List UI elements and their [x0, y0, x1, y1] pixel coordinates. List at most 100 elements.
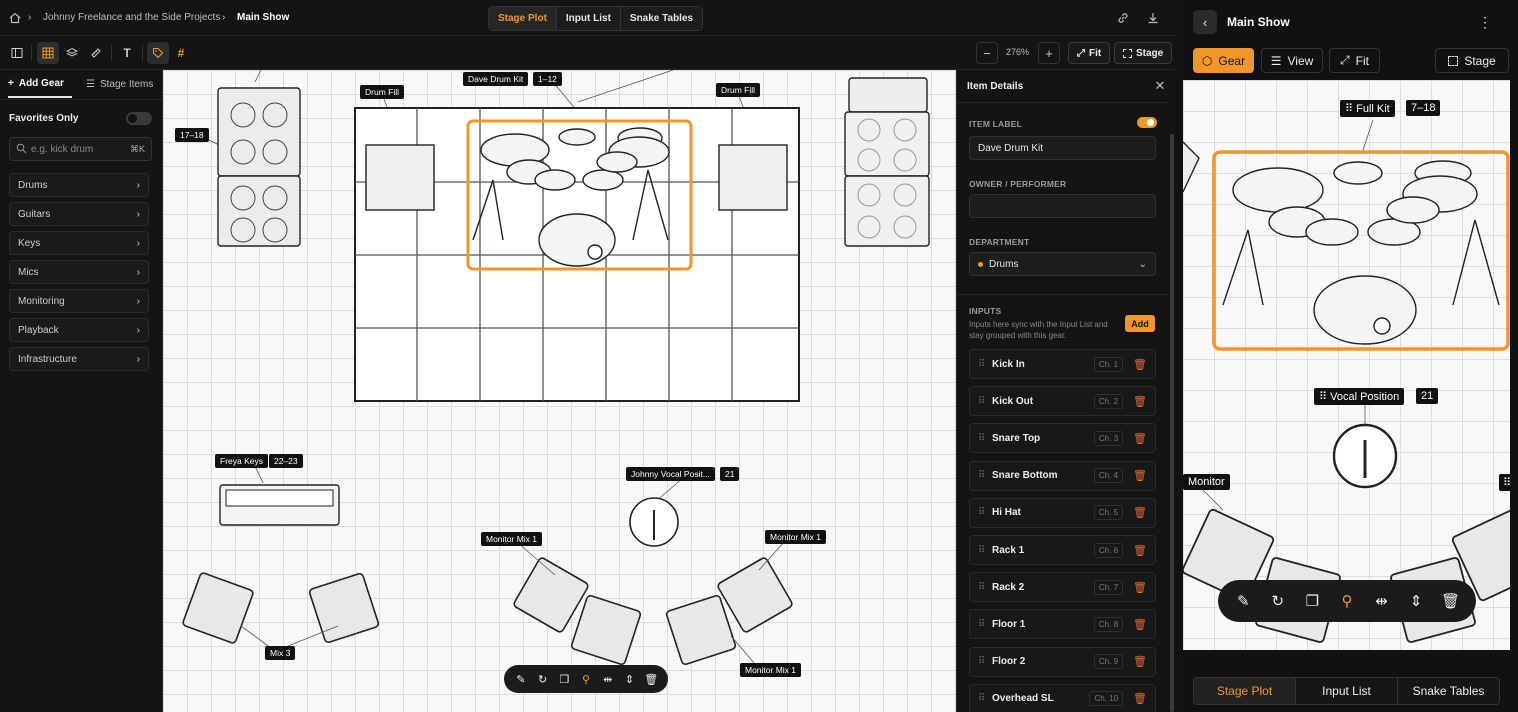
input-row[interactable]: ⠿ Floor 2 Ch. 9 🗑 [969, 646, 1156, 677]
flip-horizontal-icon[interactable]: ⇹ [597, 668, 619, 690]
details-scrollbar[interactable] [1170, 134, 1174, 712]
input-row[interactable]: ⠿ Rack 1 Ch. 6 🗑 [969, 535, 1156, 565]
tab-add-gear[interactable]: + Add Gear [8, 78, 64, 89]
mobile-full-kit-channels[interactable]: 7–18 [1406, 100, 1441, 116]
text-tool-icon[interactable]: T [116, 42, 138, 64]
monitor-label-a[interactable]: Monitor Mix 1 [481, 532, 543, 546]
drum-kit-label[interactable]: Dave Drum Kit [463, 72, 529, 86]
category-mics[interactable]: Mics › [9, 260, 149, 284]
edit-icon[interactable]: ✎ [1232, 590, 1254, 612]
drag-handle-icon[interactable]: ⠿ [978, 470, 992, 481]
number-tool-icon[interactable]: # [170, 42, 192, 64]
vocal-channel[interactable]: 21 [720, 467, 740, 481]
breadcrumb-project[interactable]: Johnny Freelance and the Side Projects [43, 12, 220, 23]
category-drums[interactable]: Drums › [9, 173, 149, 197]
trash-icon[interactable]: 🗑 [1133, 358, 1147, 371]
monitor-label-b[interactable]: Monitor Mix 1 [765, 530, 827, 544]
mobile-monitor-label[interactable]: Monitor [1183, 474, 1230, 490]
category-guitars[interactable]: Guitars › [9, 202, 149, 226]
trash-icon[interactable]: 🗑 [1133, 581, 1147, 594]
duplicate-icon[interactable]: ❐ [1301, 590, 1323, 612]
rotate-icon[interactable]: ↻ [1267, 590, 1289, 612]
mobile-full-kit-label[interactable]: ⠿ Full Kit [1340, 100, 1395, 117]
add-input-button[interactable]: Add [1125, 315, 1155, 332]
trash-icon[interactable]: 🗑 [1440, 590, 1462, 612]
monitor-label-d[interactable]: Mix 3 [265, 646, 296, 660]
owner-input[interactable] [969, 194, 1156, 218]
trash-icon[interactable]: 🗑 [1133, 432, 1147, 445]
amp-label-channels[interactable]: 17–18 [175, 128, 209, 142]
drag-handle-icon[interactable]: ⠿ [978, 507, 992, 518]
trash-icon[interactable]: 🗑 [1133, 506, 1147, 519]
keys-channels[interactable]: 22–23 [269, 454, 303, 468]
mobile-tab-input-list[interactable]: Input List [1296, 678, 1398, 704]
mobile-gear-button[interactable]: ⬡ Gear [1193, 48, 1254, 73]
download-icon[interactable] [1144, 9, 1162, 27]
search-field[interactable]: e.g. kick drum ⌘K [9, 137, 152, 161]
edit-icon[interactable]: ✎ [510, 668, 532, 690]
stage-canvas[interactable]: 17–18 Drum Fill Dave Drum Kit 1–12 Drum … [163, 70, 956, 712]
trash-icon[interactable]: 🗑 [640, 668, 662, 690]
drag-handle-icon[interactable]: ⠿ [978, 396, 992, 407]
drag-handle-icon[interactable]: ⠿ [978, 656, 992, 667]
input-row[interactable]: ⠿ Overhead SL Ch. 10 🗑 [969, 683, 1156, 712]
zoom-out-button[interactable]: − [976, 42, 998, 64]
category-keys[interactable]: Keys › [9, 231, 149, 255]
item-label-input[interactable]: Dave Drum Kit [969, 136, 1156, 160]
drag-handle-icon[interactable]: ⠿ [978, 545, 992, 556]
drum-fill-right-label[interactable]: Drum Fill [716, 83, 760, 97]
drag-handle-icon[interactable]: ⠿ [978, 619, 992, 630]
mobile-view-button[interactable]: ☰ View [1261, 48, 1323, 73]
favorites-toggle[interactable] [126, 112, 152, 125]
pin-icon[interactable]: ⚲ [575, 668, 597, 690]
flip-vertical-icon[interactable]: ⇕ [619, 668, 641, 690]
back-button[interactable]: ‹ [1193, 10, 1217, 34]
flip-horizontal-icon[interactable]: ⇹ [1371, 590, 1393, 612]
home-icon[interactable] [8, 11, 22, 25]
mobile-tab-stage-plot[interactable]: Stage Plot [1194, 678, 1296, 704]
item-label-toggle[interactable] [1137, 117, 1157, 128]
mobile-vocal-channel[interactable]: 21 [1416, 388, 1439, 404]
input-row[interactable]: ⠿ Rack 2 Ch. 7 🗑 [969, 572, 1156, 603]
trash-icon[interactable]: 🗑 [1133, 692, 1147, 705]
flip-vertical-icon[interactable]: ⇕ [1405, 590, 1427, 612]
sidebar-toggle-icon[interactable] [6, 42, 28, 64]
drag-handle-icon[interactable]: ⠿ [978, 433, 992, 444]
fit-button[interactable]: ⤢ Fit [1068, 42, 1111, 64]
close-icon[interactable]: ✕ [1153, 78, 1167, 93]
stage-button[interactable]: Stage [1114, 42, 1173, 64]
input-row[interactable]: ⠿ Floor 1 Ch. 8 🗑 [969, 609, 1156, 640]
trash-icon[interactable]: 🗑 [1133, 395, 1147, 408]
drum-fill-left-label[interactable]: Drum Fill [360, 85, 404, 99]
drag-handle-icon[interactable]: ⠿ [978, 693, 992, 704]
mobile-stage-canvas[interactable]: ⠿ Full Kit 7–18 ⠿ Vocal Position 21 Moni… [1183, 80, 1510, 650]
tag-tool-icon[interactable] [147, 42, 169, 64]
mobile-stage-button[interactable]: Stage [1435, 48, 1509, 73]
mobile-vocal-label[interactable]: ⠿ Vocal Position [1314, 388, 1405, 405]
tab-stage-plot[interactable]: Stage Plot [489, 7, 557, 30]
mobile-tab-snake-tables[interactable]: Snake Tables [1398, 678, 1499, 704]
tab-stage-items[interactable]: ☰ Stage Items [86, 79, 153, 90]
vocal-label[interactable]: Johnny Vocal Posit... [626, 467, 715, 481]
input-row[interactable]: ⠿ Kick Out Ch. 2 🗑 [969, 386, 1156, 417]
drum-kit-channels[interactable]: 1–12 [533, 72, 562, 86]
trash-icon[interactable]: 🗑 [1133, 544, 1147, 557]
pin-icon[interactable]: ⚲ [1336, 590, 1358, 612]
drag-handle-icon[interactable]: ⠿ [1499, 474, 1510, 491]
link-icon[interactable] [1114, 9, 1132, 27]
monitor-label-c[interactable]: Monitor Mix 1 [740, 663, 802, 677]
trash-icon[interactable]: 🗑 [1133, 469, 1147, 482]
more-icon[interactable]: ⋮ [1477, 12, 1493, 32]
ruler-tool-icon[interactable] [85, 42, 107, 64]
mobile-fit-button[interactable]: ⤢ Fit [1329, 48, 1380, 73]
grid-tool-icon[interactable] [37, 42, 59, 64]
category-monitoring[interactable]: Monitoring › [9, 289, 149, 313]
tab-input-list[interactable]: Input List [557, 7, 621, 30]
input-row[interactable]: ⠿ Snare Top Ch. 3 🗑 [969, 423, 1156, 454]
trash-icon[interactable]: 🗑 [1133, 655, 1147, 668]
layers-tool-icon[interactable] [61, 42, 83, 64]
department-select[interactable]: Drums ⌄ [969, 252, 1156, 276]
drag-handle-icon[interactable]: ⠿ [978, 359, 992, 370]
category-playback[interactable]: Playback › [9, 318, 149, 342]
keys-label[interactable]: Freya Keys [215, 454, 268, 468]
